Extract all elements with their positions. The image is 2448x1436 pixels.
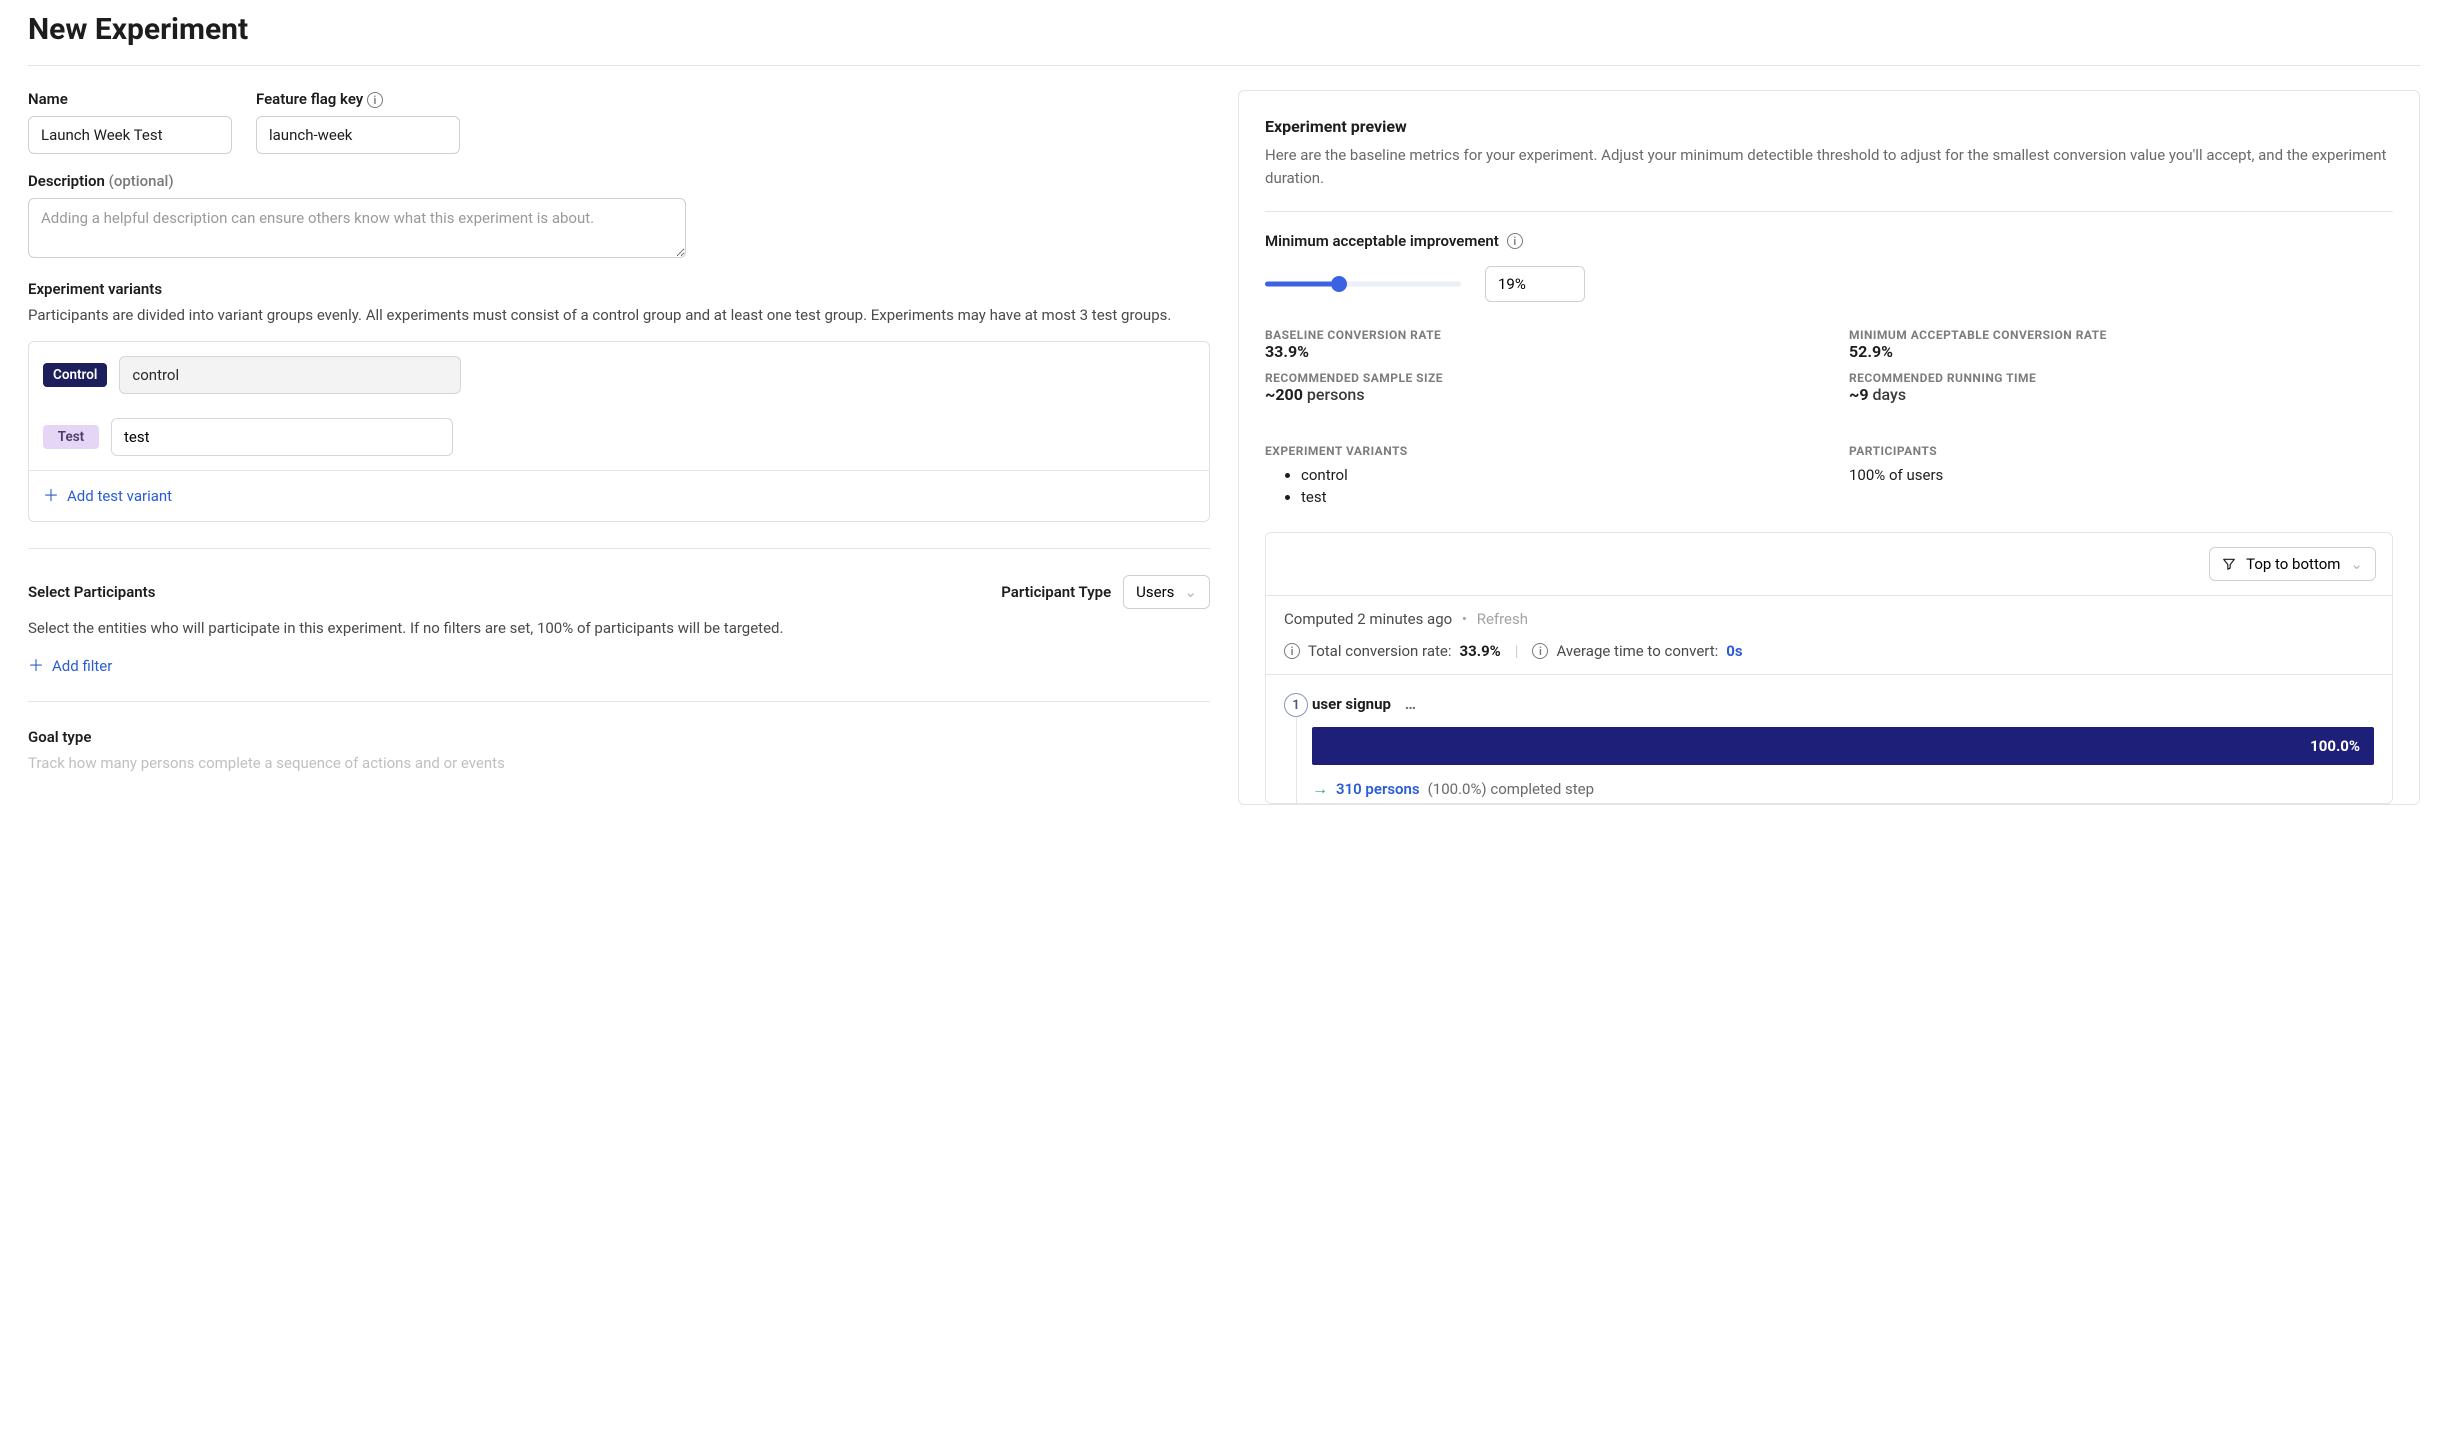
participants-help: Select the entities who will participate… [28,617,1210,640]
chevron-down-icon: ⌄ [1184,583,1197,601]
control-name-input [119,356,461,394]
page-title: New Experiment [28,12,2420,47]
step-number: 1 [1284,693,1308,717]
funnel-icon [2222,557,2236,571]
section-divider [28,701,1210,702]
computed-text: Computed 2 minutes ago [1284,610,1452,628]
test-name-input[interactable] [111,418,453,456]
arrow-right-icon: → [1312,779,1328,799]
goal-type-title: Goal type [28,728,1210,746]
variants-title: Experiment variants [28,280,1210,298]
conversion-rate-value: 33.9% [1460,642,1501,660]
variants-help: Participants are divided into variant gr… [28,304,1210,327]
step-bar: 100.0% [1312,727,2374,765]
runtime-value: ~9 days [1849,385,2393,404]
baseline-rate-value: 33.9% [1265,342,1809,361]
funnel-sort-select[interactable]: Top to bottom ⌄ [2209,547,2376,581]
control-badge: Control [43,363,107,387]
info-icon[interactable]: i [1507,233,1523,249]
step-name: user signup [1312,695,1391,713]
participant-type-label: Participant Type [1001,583,1111,601]
step-connector [1296,717,1297,803]
preview-variants-label: EXPERIMENT VARIANTS [1265,444,1809,458]
section-divider [28,548,1210,549]
variants-divider [29,470,1209,471]
sample-size-value: ~200 persons [1265,385,1809,404]
mai-input[interactable] [1485,266,1585,302]
mai-slider[interactable] [1265,281,1461,287]
min-rate-value: 52.9% [1849,342,2393,361]
plus-icon: ＋ [43,488,59,504]
runtime-label: RECOMMENDED RUNNING TIME [1849,371,2393,385]
variant-row-test: Test [29,408,1209,470]
funnel-box: Top to bottom ⌄ Computed 2 minutes ago •… [1265,532,2393,804]
chevron-down-icon: ⌄ [2350,555,2363,573]
description-label: Description (optional) [28,172,1210,190]
list-item: test [1301,488,1809,506]
sample-size-label: RECOMMENDED SAMPLE SIZE [1265,371,1809,385]
step-menu-button[interactable]: … [1405,695,1418,713]
participant-type-select[interactable]: Users ⌄ [1123,575,1210,609]
refresh-button[interactable]: Refresh [1477,610,1528,628]
preview-variants-list: control test [1265,466,1809,506]
add-filter-button[interactable]: ＋ Add filter [28,657,112,675]
info-icon[interactable]: i [1284,643,1300,659]
variant-row-control: Control [29,342,1209,408]
name-input[interactable] [28,116,232,154]
list-item: control [1301,466,1809,484]
preview-title: Experiment preview [1265,117,2393,136]
test-badge: Test [43,425,99,449]
title-divider [28,65,2420,66]
mai-label: Minimum acceptable improvement i [1265,232,2393,250]
participants-title: Select Participants [28,583,155,601]
avg-convert-label: Average time to convert: [1556,642,1718,660]
min-rate-label: MINIMUM ACCEPTABLE CONVERSION RATE [1849,328,2393,342]
info-icon[interactable]: i [1532,643,1548,659]
add-variant-button[interactable]: ＋ Add test variant [29,471,186,521]
avg-convert-value: 0s [1726,642,1742,660]
slider-thumb[interactable] [1331,276,1347,292]
persons-link[interactable]: 310 persons [1336,780,1420,798]
add-variant-label: Add test variant [67,487,172,505]
conversion-rate-label: Total conversion rate: [1308,642,1452,660]
preview-help: Here are the baseline metrics for your e… [1265,144,2393,189]
preview-participants-label: PARTICIPANTS [1849,444,2393,458]
preview-divider [1265,211,2393,212]
preview-participants-value: 100% of users [1849,466,2393,484]
baseline-rate-label: BASELINE CONVERSION RATE [1265,328,1809,342]
info-icon[interactable]: i [367,92,383,108]
flag-key-label: Feature flag key i [256,90,460,108]
flag-key-input[interactable] [256,116,460,154]
variants-box: Control Test ＋ Add test variant [28,341,1210,522]
plus-icon: ＋ [28,658,44,674]
description-input[interactable] [28,198,686,258]
completed-text: (100.0%) completed step [1428,780,1594,798]
name-label: Name [28,90,232,108]
goal-type-help: Track how many persons complete a sequen… [28,752,1210,775]
